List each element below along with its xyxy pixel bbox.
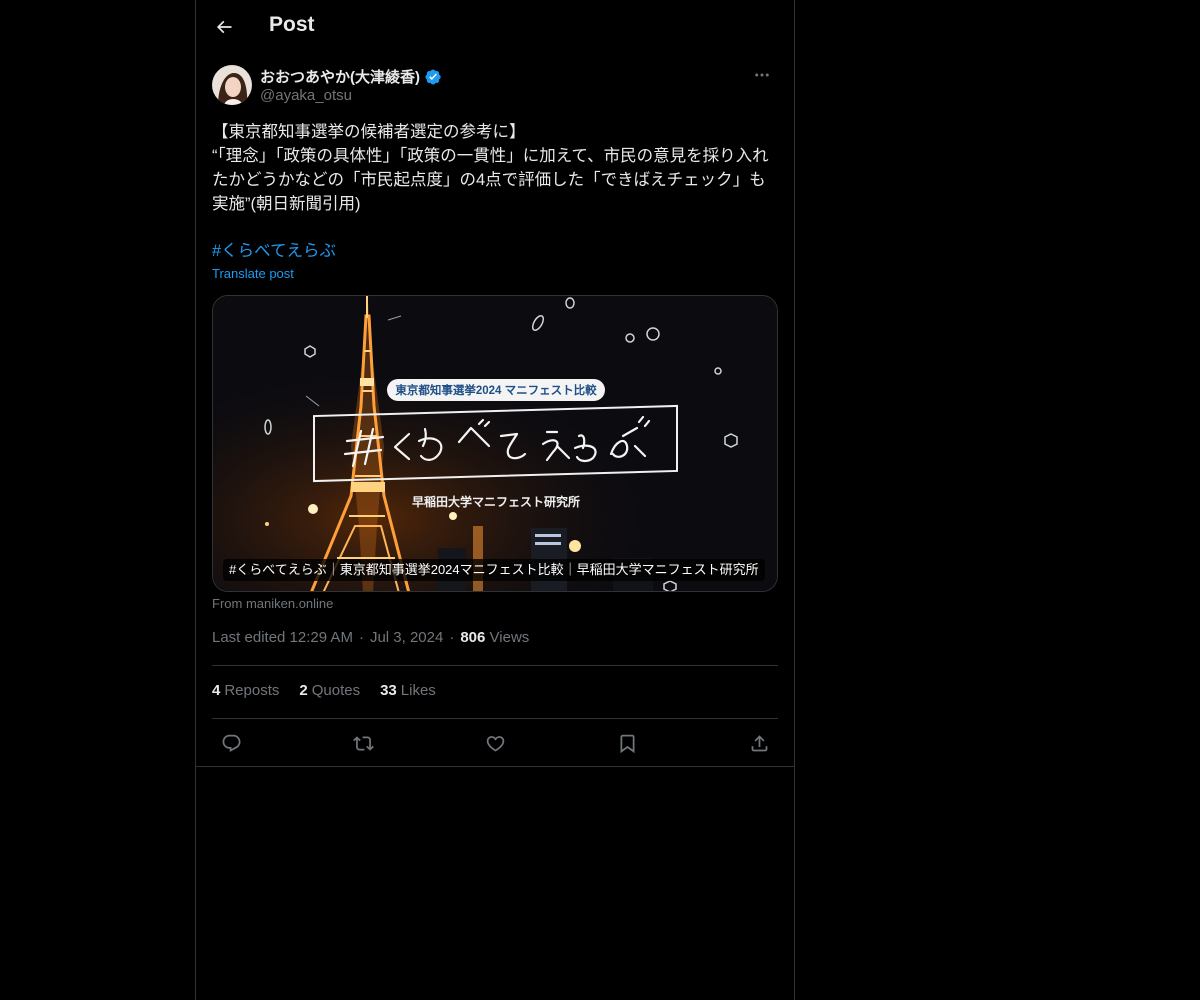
name-line: おおつあやか(大津綾香) (260, 66, 442, 87)
likes-count: 33 (380, 682, 397, 699)
card-source[interactable]: From maniken.online (212, 596, 333, 611)
like-button[interactable] (478, 726, 512, 760)
views-count: 806 (460, 629, 486, 646)
repost-button[interactable] (346, 726, 380, 760)
bookmark-icon (620, 734, 634, 753)
link-card[interactable]: 東京都知事選挙2024 マニフェスト比較 早稲田大学マニフェスト研究所 #くらべ… (212, 295, 778, 592)
reposts-stat[interactable]: 4 Reposts (212, 682, 279, 699)
meta-separator: · (358, 629, 364, 646)
card-badge: 東京都知事選挙2024 マニフェスト比較 (387, 379, 605, 401)
card-caption: #くらべてえらぶ｜東京都知事選挙2024マニフェスト比較｜早稲田大学マニフェスト… (223, 559, 765, 581)
share-button[interactable] (742, 726, 776, 760)
post-text: 【東京都知事選挙の候補者選定の参考に】 “「理念」「政策の具体性」「政策の一貫性… (212, 123, 769, 213)
more-button[interactable] (746, 64, 778, 86)
reposts-label: Reposts (224, 682, 280, 699)
repost-icon (352, 735, 374, 751)
avatar[interactable] (212, 65, 252, 105)
bookmark-button[interactable] (610, 726, 644, 760)
reposts-count: 4 (212, 682, 221, 699)
verified-badge-icon (424, 68, 442, 86)
post-date[interactable]: Jul 3, 2024 (370, 629, 443, 646)
author-handle[interactable]: @ayaka_otsu (260, 87, 352, 104)
likes-label: Likes (400, 682, 436, 699)
translate-post-link[interactable]: Translate post (212, 266, 294, 281)
hashtag-link[interactable]: #くらべてえらぶ (212, 239, 336, 263)
divider (212, 718, 778, 719)
back-button[interactable] (208, 11, 240, 43)
meta-separator: · (449, 629, 455, 646)
reply-button[interactable] (214, 726, 248, 760)
post-meta: Last edited 12:29 AM · Jul 3, 2024 · 806… (212, 629, 529, 646)
card-title-frame (313, 404, 678, 483)
share-icon (751, 734, 767, 751)
action-bar (212, 725, 778, 761)
quotes-stat[interactable]: 2 Quotes (299, 682, 360, 699)
arrow-left-icon (216, 20, 232, 34)
reply-icon (222, 734, 240, 752)
quotes-count: 2 (299, 682, 308, 699)
edited-timestamp[interactable]: Last edited 12:29 AM (212, 629, 353, 646)
post-header: Post (196, 0, 794, 54)
views-label: Views (489, 629, 530, 646)
more-dots-icon (755, 73, 769, 77)
post-stats: 4 Reposts 2 Quotes 33 Likes (212, 682, 436, 699)
divider (212, 665, 778, 666)
likes-stat[interactable]: 33 Likes (380, 682, 436, 699)
heart-icon (486, 735, 504, 752)
card-subtitle: 早稲田大学マニフェスト研究所 (411, 495, 580, 509)
display-name[interactable]: おおつあやか(大津綾香) (260, 66, 420, 87)
quotes-label: Quotes (311, 682, 361, 699)
post-bottom-border (196, 766, 794, 767)
post-column: Post おおつあやか(大津綾香) @ayaka_otsu 【東京都知事選挙の候… (195, 0, 795, 1000)
page-title: Post (269, 13, 315, 36)
post-author: おおつあやか(大津綾香) @ayaka_otsu (212, 64, 778, 108)
